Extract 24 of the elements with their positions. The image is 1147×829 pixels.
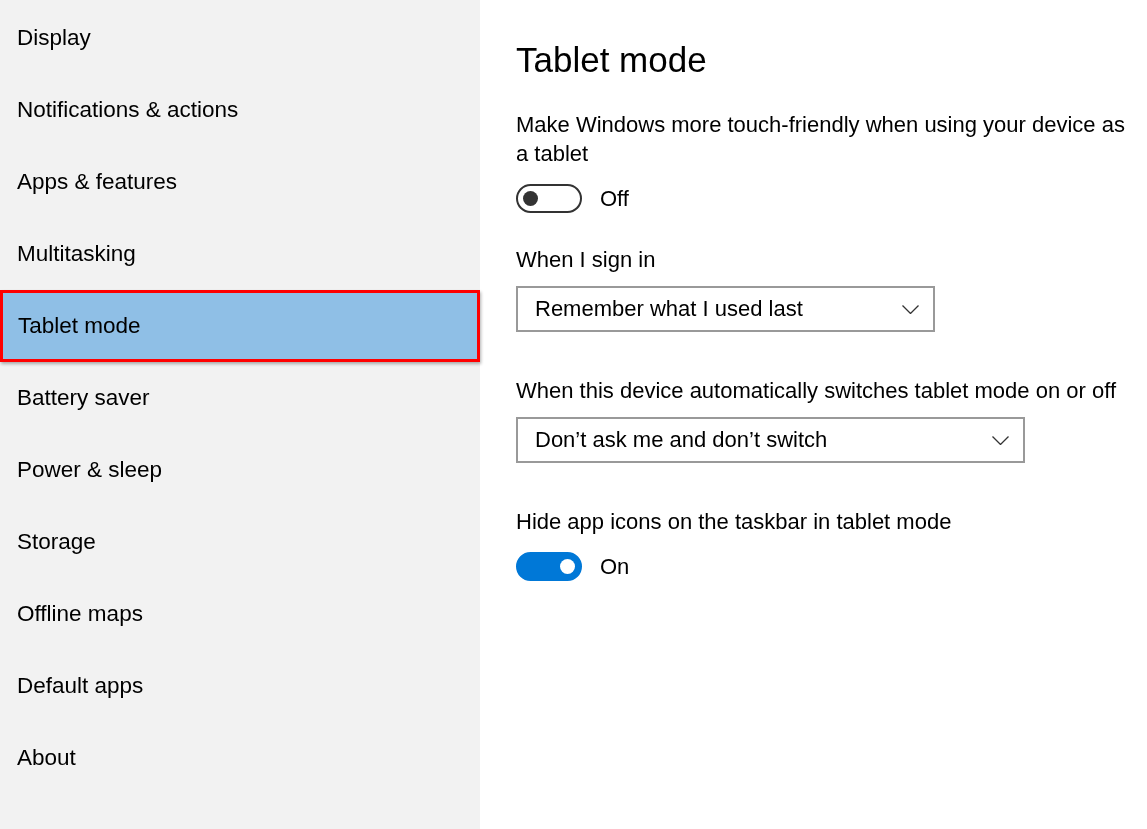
sidebar-item[interactable]: Default apps <box>0 650 480 722</box>
dropdown[interactable]: Don’t ask me and don’t switch <box>516 417 1025 463</box>
toggle-switch[interactable] <box>516 184 582 213</box>
setting-label: When this device automatically switches tablet mode on or off <box>516 377 1117 405</box>
setting-label: Make Windows more touch-friendly when using your device as a tablet <box>516 111 1126 168</box>
sidebar-item[interactable]: Apps & features <box>0 146 480 218</box>
setting-label: When I sign in <box>516 246 657 274</box>
sidebar-item[interactable]: Storage <box>0 506 480 578</box>
sidebar-item[interactable]: Tablet mode <box>0 290 480 362</box>
sidebar-item[interactable]: Power & sleep <box>0 434 480 506</box>
sidebar-item[interactable]: About <box>0 722 480 794</box>
chevron-down-icon <box>992 435 1009 445</box>
sidebar-item[interactable]: Display <box>0 2 480 74</box>
sidebar-item[interactable]: Battery saver <box>0 362 480 434</box>
sidebar-item[interactable]: Multitasking <box>0 218 480 290</box>
toggle-state-label: On <box>600 553 630 581</box>
page-title: Tablet mode <box>516 39 708 81</box>
dropdown[interactable]: Remember what I used last <box>516 286 935 332</box>
setting-label: Hide app icons on the taskbar in tablet mode <box>516 508 953 536</box>
toggle-state-label: Off <box>600 185 629 213</box>
sidebar-item[interactable]: Notifications & actions <box>0 74 480 146</box>
chevron-down-icon <box>902 304 919 314</box>
sidebar-item[interactable]: Offline maps <box>0 578 480 650</box>
toggle-switch[interactable] <box>516 552 582 581</box>
